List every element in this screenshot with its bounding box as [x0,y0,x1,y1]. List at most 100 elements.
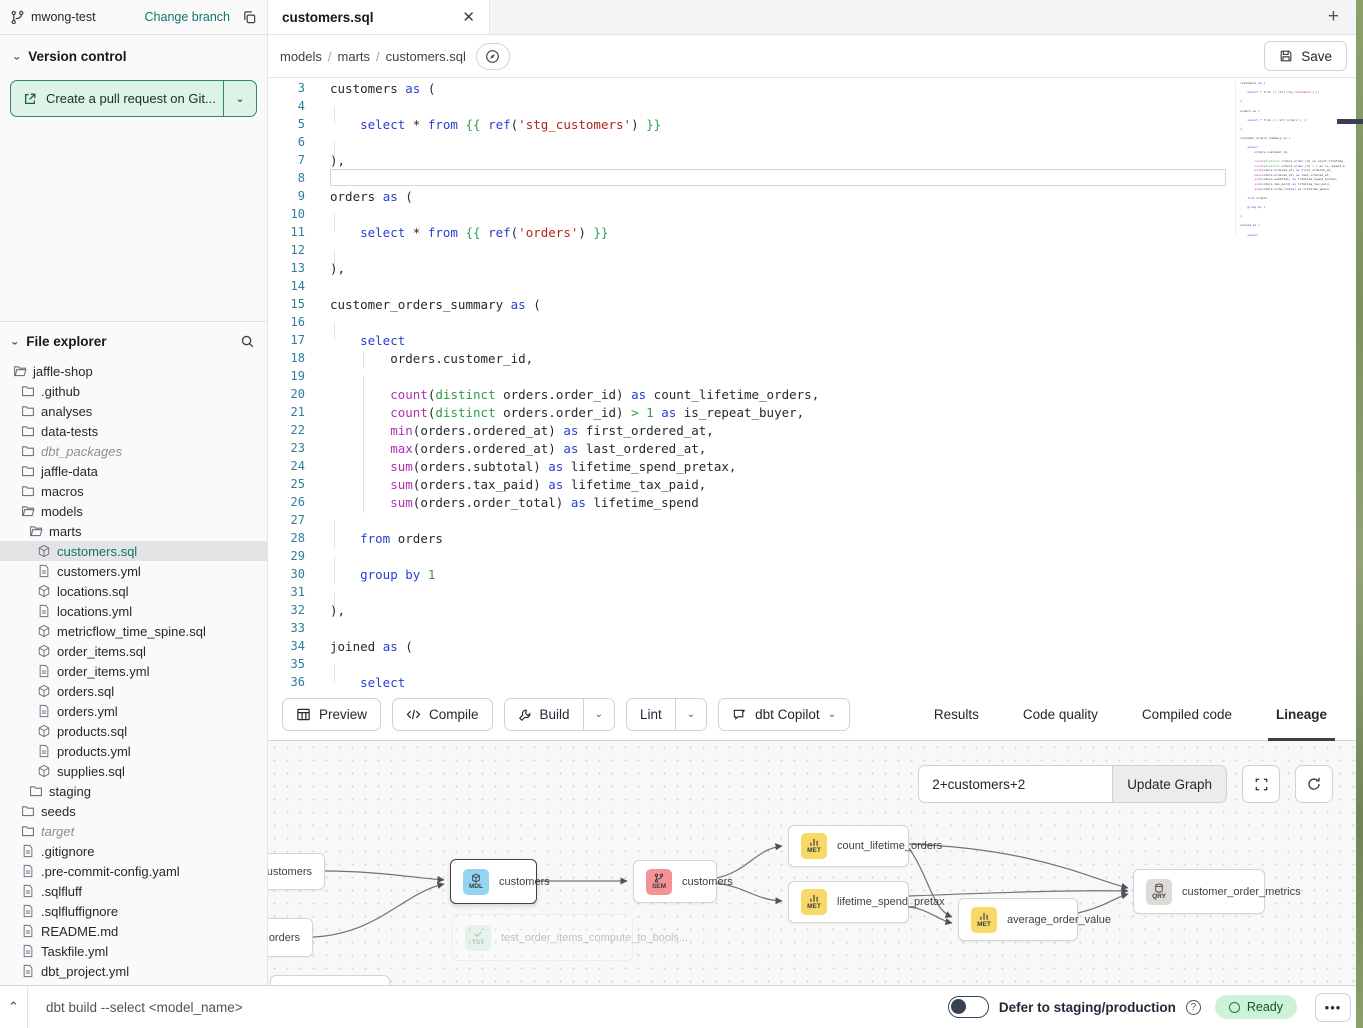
code-line-9[interactable]: 9orders as ( [268,187,1232,205]
tree-item-data-tests[interactable]: data-tests [0,421,267,441]
create-pull-request-button[interactable]: Create a pull request on Git... ⌄ [10,80,257,117]
code-line-8[interactable]: 8 [268,169,1232,187]
copy-branch-icon[interactable] [242,10,257,25]
version-control-header[interactable]: ⌄ Version control [0,35,267,72]
lineage-node-orders[interactable]: orders [268,918,313,957]
save-button[interactable]: Save [1264,41,1347,71]
code-line-33[interactable]: 33 [268,619,1232,637]
help-icon[interactable]: ? [1186,1000,1201,1015]
code-line-28[interactable]: 28 from orders [268,529,1232,547]
code-line-23[interactable]: 23 max(orders.ordered_at) as last_ordere… [268,439,1232,457]
lint-button[interactable]: Lint [627,699,675,730]
tree-item-taskfile-yml[interactable]: Taskfile.yml [0,941,267,961]
lineage-node-lifetime_spend_pretax[interactable]: METlifetime_spend_pretax [788,881,909,923]
search-icon[interactable] [240,334,255,349]
tree-item--github[interactable]: .github [0,381,267,401]
update-graph-button[interactable]: Update Graph [1112,766,1226,802]
code-line-10[interactable]: 10 [268,205,1232,223]
tree-item-order-items-yml[interactable]: order_items.yml [0,661,267,681]
tree-item-seeds[interactable]: seeds [0,801,267,821]
tree-item-target[interactable]: target [0,821,267,841]
defer-toggle[interactable] [948,996,989,1018]
scrollbar-thumb[interactable] [1337,119,1363,124]
tree-item--sqlfluffignore[interactable]: .sqlfluffignore [0,901,267,921]
tree-item-jaffle-data[interactable]: jaffle-data [0,461,267,481]
code-line-22[interactable]: 22 min(orders.ordered_at) as first_order… [268,421,1232,439]
tree-item--pre-commit-config-yaml[interactable]: .pre-commit-config.yaml [0,861,267,881]
code-line-17[interactable]: 17 select [268,331,1232,349]
code-line-3[interactable]: 3customers as ( [268,79,1232,97]
tree-item-locations-yml[interactable]: locations.yml [0,601,267,621]
code-line-19[interactable]: 19 [268,367,1232,385]
lineage-node-customer_order_metrics[interactable]: QRYcustomer_order_metrics [1133,869,1265,914]
tab-compiled-code[interactable]: Compiled code [1120,689,1254,740]
code-line-13[interactable]: 13), [268,259,1232,277]
pr-button-dropdown[interactable]: ⌄ [223,81,256,116]
code-line-29[interactable]: 29 [268,547,1232,565]
code-line-34[interactable]: 34joined as ( [268,637,1232,655]
tree-item--sqlfluff[interactable]: .sqlfluff [0,881,267,901]
lineage-node-average_order_value[interactable]: METaverage_order_value [958,898,1078,941]
code-line-31[interactable]: 31 [268,583,1232,601]
code-line-32[interactable]: 32), [268,601,1232,619]
new-tab-button[interactable]: + [1328,6,1339,28]
build-button[interactable]: Build [505,699,583,730]
preview-button[interactable]: Preview [282,698,381,731]
tree-item-macros[interactable]: macros [0,481,267,501]
tree-item-staging[interactable]: staging [0,781,267,801]
build-dropdown[interactable]: ⌄ [583,699,614,730]
code-line-18[interactable]: 18 orders.customer_id, [268,349,1232,367]
tab-customers-sql[interactable]: customers.sql ✕ [268,0,490,34]
code-line-27[interactable]: 27 [268,511,1232,529]
breadcrumb-marts[interactable]: marts [338,49,371,64]
code-line-5[interactable]: 5 select * from {{ ref('stg_customers') … [268,115,1232,133]
fullscreen-icon[interactable] [1242,765,1280,803]
lineage-node-customers-model[interactable]: MDLcustomers [450,859,537,904]
lineage-panel[interactable]: stg_customersorders MDLcustomers TSTtest_o… [268,741,1363,986]
tree-item-customers-yml[interactable]: customers.yml [0,561,267,581]
code-line-30[interactable]: 30 group by 1 [268,565,1232,583]
tree-item-readme-md[interactable]: README.md [0,921,267,941]
build-split-button[interactable]: Build ⌄ [504,698,615,731]
tree-item-dbt-packages[interactable]: dbt_packages [0,441,267,461]
code-line-21[interactable]: 21 count(distinct orders.order_id) > 1 a… [268,403,1232,421]
code-line-4[interactable]: 4 [268,97,1232,115]
lineage-node-test-order-items[interactable]: TSTtest_order_items_compute_to_bools... [452,914,633,961]
code-line-36[interactable]: 36 select [268,673,1232,689]
lineage-node-stg_customers[interactable]: stg_customers [268,853,325,890]
lint-split-button[interactable]: Lint ⌄ [626,698,707,731]
minimap[interactable]: customers as ( select * from {{ ref('stg… [1235,81,1345,237]
code-line-7[interactable]: 7), [268,151,1232,169]
lint-dropdown[interactable]: ⌄ [675,699,706,730]
lineage-node-count_lifetime_orders[interactable]: METcount_lifetime_orders [788,825,909,867]
tree-item-metricflow-time-spine-sql[interactable]: metricflow_time_spine.sql [0,621,267,641]
code-line-11[interactable]: 11 select * from {{ ref('orders') }} [268,223,1232,241]
tree-item-products-sql[interactable]: products.sql [0,721,267,741]
code-line-12[interactable]: 12 [268,241,1232,259]
tree-item-products-yml[interactable]: products.yml [0,741,267,761]
tab-code-quality[interactable]: Code quality [1001,689,1120,740]
tree-item-jaffle-shop[interactable]: jaffle-shop [0,361,267,381]
dbt-copilot-button[interactable]: dbt Copilot ⌄ [718,698,850,731]
tree-item-customers-sql[interactable]: customers.sql [0,541,267,561]
tree-item--gitignore[interactable]: .gitignore [0,841,267,861]
code-line-20[interactable]: 20 count(distinct orders.order_id) as co… [268,385,1232,403]
code-line-15[interactable]: 15customer_orders_summary as ( [268,295,1232,313]
breadcrumb-file[interactable]: customers.sql [386,49,466,64]
refresh-icon[interactable] [1295,765,1333,803]
code-line-35[interactable]: 35 [268,655,1232,673]
code-line-26[interactable]: 26 sum(orders.order_total) as lifetime_s… [268,493,1232,511]
tree-item-supplies-sql[interactable]: supplies.sql [0,761,267,781]
change-branch-link[interactable]: Change branch [145,10,230,24]
lineage-selector-input[interactable]: 2+customers+2 [919,766,1112,802]
collapse-panel-icon[interactable]: ⌃ [0,999,27,1015]
tree-item-analyses[interactable]: analyses [0,401,267,421]
tab-lineage[interactable]: Lineage [1254,689,1349,740]
lineage-node-customers-semantic[interactable]: SEMcustomers [633,860,717,903]
dbt-command-input[interactable]: dbt build --select <model_name> [27,986,948,1028]
tree-item-marts[interactable]: marts [0,521,267,541]
tab-results[interactable]: Results [912,689,1001,740]
tree-item-models[interactable]: models [0,501,267,521]
code-line-14[interactable]: 14 [268,277,1232,295]
code-line-25[interactable]: 25 sum(orders.tax_paid) as lifetime_tax_… [268,475,1232,493]
